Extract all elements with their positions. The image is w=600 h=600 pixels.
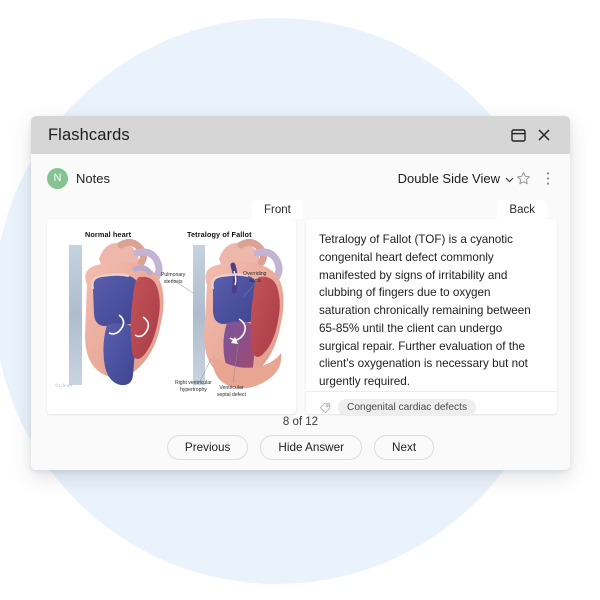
hide-answer-button[interactable]: Hide Answer [260,435,363,460]
tab-front[interactable]: Front [252,200,303,219]
toolbar-actions [514,169,557,187]
back-card-text: Tetralogy of Fallot (TOF) is a cyanotic … [319,233,531,389]
tag-chip[interactable]: Congenital cardiac defects [338,399,477,417]
annotation-pulmonary-stenosis: Pulmonary stenosis [161,272,186,285]
view-mode-label: Double Side View [397,170,500,186]
card-counter: 8 of 12 [282,416,319,428]
kebab-menu-icon[interactable] [539,169,557,187]
front-card: Normal heart Tetralogy of Fallot Pulmona… [47,219,296,414]
diagram-watermark: ©Lifeart [55,383,73,388]
tab-back[interactable]: Back [497,200,547,219]
heart-diagram-svg [69,238,284,389]
annotation-ventricular-septal-defect: Ventricular septal defect [217,385,246,398]
screenshot-root: Flashcards N Notes Double Side View Fron… [0,0,600,600]
diagram-title-normal: Normal heart [85,230,132,239]
chevron-down-icon [505,171,514,186]
annotation-overriding-aorta: Overriding aorta [243,271,267,284]
star-outline-icon[interactable] [514,169,532,187]
next-button[interactable]: Next [374,435,435,460]
close-icon[interactable] [531,122,557,148]
card-area: Front Back Normal heart Tetralogy of Fal… [47,200,557,417]
tag-icon [319,402,331,414]
nav-buttons: Previous Hide Answer Next [166,435,435,460]
card-tabs: Front Back [47,200,557,219]
avatar: N [47,167,68,189]
window-titlebar: Flashcards [31,116,570,154]
window-restore-icon[interactable] [505,122,531,148]
view-mode-dropdown[interactable]: Double Side View [398,171,514,186]
cards-row: Normal heart Tetralogy of Fallot Pulmona… [47,219,557,417]
annotation-right-ventricular-hypertrophy: Right ventricular hypertrophy [175,380,212,393]
toolbar: N Notes Double Side View [31,154,570,196]
window-body: N Notes Double Side View Front Back Norm… [31,154,570,470]
card-navigation: 8 of 12 Previous Hide Answer Next [31,416,570,460]
notes-label: Notes [76,170,110,186]
diagram-title-tof: Tetralogy of Fallot [187,230,252,239]
back-card: Tetralogy of Fallot (TOF) is a cyanotic … [306,219,557,417]
window-title: Flashcards [48,125,130,144]
heart-diagram: Normal heart Tetralogy of Fallot Pulmona… [47,219,296,414]
flashcards-window: Flashcards N Notes Double Side View Fron… [31,116,570,470]
previous-button[interactable]: Previous [166,435,249,460]
